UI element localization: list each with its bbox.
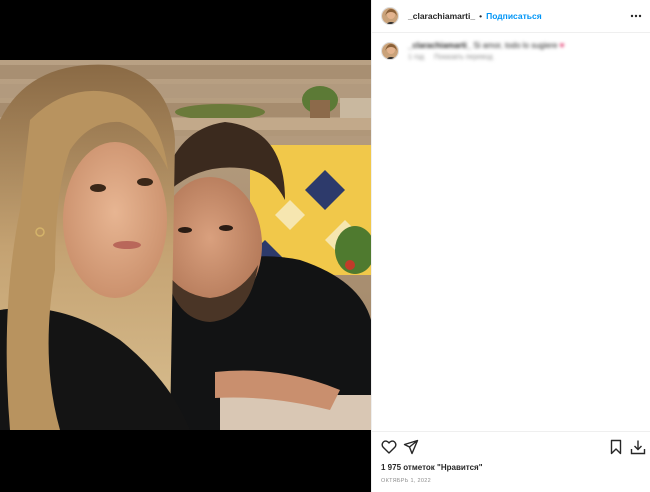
follow-button[interactable]: Подписаться	[486, 11, 542, 21]
comment-author[interactable]: _clarachiamarti_	[408, 41, 471, 50]
post-header: _clarachiamarti_ • Подписаться	[372, 0, 650, 33]
comment-meta: 1 год Показать перевод	[408, 54, 564, 61]
translate-link[interactable]: Показать перевод	[434, 54, 493, 61]
paper-plane-icon[interactable]	[403, 439, 419, 455]
likes-count[interactable]: 1 975 отметок "Нравится"	[381, 463, 483, 472]
comment-text: Si amor, todo lo sugiere	[473, 41, 558, 50]
more-horizontal-icon[interactable]	[629, 9, 643, 23]
action-bar	[372, 431, 650, 461]
bookmark-icon[interactable]	[608, 439, 624, 455]
post-panel: _clarachiamarti_ • Подписаться _clarachi…	[371, 0, 650, 492]
post-photo[interactable]	[0, 60, 371, 430]
heart-outline-icon[interactable]	[381, 439, 397, 455]
download-icon[interactable]	[630, 439, 646, 455]
comment-body: _clarachiamarti_ Si amor, todo lo sugier…	[408, 41, 564, 61]
heart-emoji: ♥	[559, 41, 565, 50]
media-panel	[0, 0, 371, 492]
author-username[interactable]: _clarachiamarti_	[408, 11, 475, 21]
comment-time: 1 год	[408, 54, 425, 61]
separator-dot: •	[479, 11, 483, 21]
caption-comment: _clarachiamarti_ Si amor, todo lo sugier…	[381, 41, 643, 61]
post-date[interactable]: ОКТЯБРЬ 1, 2022	[381, 478, 431, 484]
author-avatar[interactable]	[381, 7, 399, 25]
comment-avatar[interactable]	[381, 42, 399, 60]
comment-line: _clarachiamarti_ Si amor, todo lo sugier…	[408, 41, 564, 50]
